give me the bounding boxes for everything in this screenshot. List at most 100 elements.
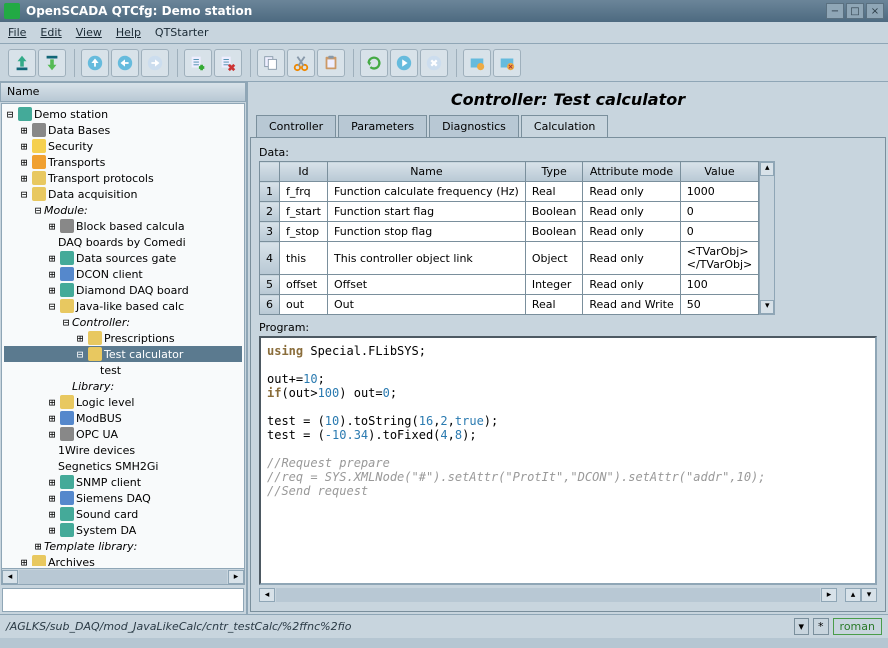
tab-parameters[interactable]: Parameters — [338, 115, 427, 137]
tree-item[interactable]: ⊞Template library: — [4, 538, 242, 554]
tree-item[interactable]: ⊞Transports — [4, 154, 242, 170]
tree-toggle-icon[interactable]: ⊟ — [4, 108, 16, 121]
cell[interactable]: Out — [328, 295, 526, 315]
tree-item[interactable]: ⊟Module: — [4, 202, 242, 218]
tab-diagnostics[interactable]: Diagnostics — [429, 115, 519, 137]
tree-item[interactable]: ⊞Transport protocols — [4, 170, 242, 186]
tree-toggle-icon[interactable]: ⊞ — [46, 476, 58, 489]
tree-toggle-icon[interactable]: ⊞ — [46, 284, 58, 297]
col-header[interactable]: Value — [680, 162, 759, 182]
nav-tree[interactable]: ⊟Demo station⊞Data Bases⊞Security⊞Transp… — [2, 104, 244, 566]
scroll-up-icon[interactable]: ▴ — [760, 162, 774, 176]
table-row[interactable]: 4thisThis controller object linkObjectRe… — [260, 242, 759, 275]
table-vscroll[interactable]: ▴ ▾ — [759, 161, 775, 315]
tree-item[interactable]: ⊟Data acquisition — [4, 186, 242, 202]
tree-item[interactable]: ⊞Sound card — [4, 506, 242, 522]
tree-toggle-icon[interactable]: ⊞ — [46, 412, 58, 425]
col-header[interactable]: Id — [280, 162, 328, 182]
tree-item[interactable]: test — [4, 362, 242, 378]
tree-item[interactable]: ⊞Diamond DAQ board — [4, 282, 242, 298]
remove-item-icon[interactable] — [214, 49, 242, 77]
cell[interactable]: Boolean — [525, 202, 583, 222]
table-row[interactable]: 6outOutRealRead and Write50 — [260, 295, 759, 315]
cell[interactable]: Integer — [525, 275, 583, 295]
tree-item[interactable]: 1Wire devices — [4, 442, 242, 458]
scroll-right-icon[interactable]: ▸ — [228, 570, 244, 584]
col-header[interactable]: Name — [328, 162, 526, 182]
tree-toggle-icon[interactable]: ⊞ — [18, 556, 30, 567]
tab-calculation[interactable]: Calculation — [521, 115, 608, 138]
load-icon[interactable] — [8, 49, 36, 77]
scroll-down-icon[interactable]: ▾ — [861, 588, 877, 602]
menu-qtstarter[interactable]: QTStarter — [155, 26, 209, 39]
save-icon[interactable] — [38, 49, 66, 77]
add-item-icon[interactable] — [184, 49, 212, 77]
tree-item[interactable]: ⊞Block based calcula — [4, 218, 242, 234]
cell[interactable]: 100 — [680, 275, 759, 295]
tree-item[interactable]: ⊟Java-like based calc — [4, 298, 242, 314]
tree-toggle-icon[interactable]: ⊞ — [46, 396, 58, 409]
program-editor[interactable]: using Special.FLibSYS; out+=10; if(out>1… — [259, 336, 877, 585]
cell[interactable]: Function calculate frequency (Hz) — [328, 182, 526, 202]
tree-toggle-icon[interactable]: ⊞ — [46, 428, 58, 441]
tree-toggle-icon[interactable]: ⊞ — [46, 524, 58, 537]
tree-toggle-icon[interactable]: ⊟ — [18, 188, 30, 201]
tree-toggle-icon[interactable]: ⊞ — [18, 124, 30, 137]
col-header[interactable]: Type — [525, 162, 583, 182]
cell[interactable]: <TVarObj></TVarObj> — [680, 242, 759, 275]
cell[interactable]: 50 — [680, 295, 759, 315]
tree-toggle-icon[interactable]: ⊟ — [46, 300, 58, 313]
table-row[interactable]: 5offsetOffsetIntegerRead only100 — [260, 275, 759, 295]
menu-edit[interactable]: Edit — [40, 26, 61, 39]
scroll-left-icon[interactable]: ◂ — [259, 588, 275, 602]
scroll-left-icon[interactable]: ◂ — [2, 570, 18, 584]
tree-item[interactable]: ⊞OPC UA — [4, 426, 242, 442]
tree-toggle-icon[interactable]: ⊞ — [46, 268, 58, 281]
table-row[interactable]: 3f_stopFunction stop flagBooleanRead onl… — [260, 222, 759, 242]
tree-item[interactable]: Segnetics SMH2Gi — [4, 458, 242, 474]
tree-header[interactable]: Name — [0, 82, 246, 102]
col-header[interactable]: Attribute mode — [583, 162, 680, 182]
tree-item[interactable]: ⊞Archives — [4, 554, 242, 566]
table-row[interactable]: 1f_frqFunction calculate frequency (Hz)R… — [260, 182, 759, 202]
search-input[interactable] — [2, 588, 244, 612]
cell[interactable]: Read only — [583, 242, 680, 275]
tree-item[interactable]: ⊞ModBUS — [4, 410, 242, 426]
tree-toggle-icon[interactable]: ⊞ — [18, 172, 30, 185]
data-table[interactable]: IdNameTypeAttribute modeValue1f_frqFunct… — [259, 161, 759, 315]
cell[interactable]: f_stop — [280, 222, 328, 242]
tree-item[interactable]: ⊟Test calculator — [4, 346, 242, 362]
tree-toggle-icon[interactable]: ⊟ — [74, 348, 86, 361]
tree-item[interactable]: ⊟Demo station — [4, 106, 242, 122]
menu-file[interactable]: File — [8, 26, 26, 39]
tree-item[interactable]: Library: — [4, 378, 242, 394]
tree-hscroll[interactable]: ◂ ▸ — [2, 568, 244, 584]
tree-toggle-icon[interactable]: ⊞ — [32, 540, 44, 553]
tree-item[interactable]: ⊟Controller: — [4, 314, 242, 330]
close-button[interactable]: × — [866, 3, 884, 19]
cell[interactable]: Offset — [328, 275, 526, 295]
copy-icon[interactable] — [257, 49, 285, 77]
scroll-right-icon[interactable]: ▸ — [821, 588, 837, 602]
scroll-up-icon[interactable]: ▴ — [845, 588, 861, 602]
tree-toggle-icon[interactable]: ⊞ — [46, 492, 58, 505]
minimize-button[interactable]: − — [826, 3, 844, 19]
stop-icon[interactable] — [420, 49, 448, 77]
refresh-icon[interactable] — [360, 49, 388, 77]
tree-toggle-icon[interactable]: ⊞ — [46, 220, 58, 233]
menu-help[interactable]: Help — [116, 26, 141, 39]
status-dropdown[interactable]: ▾ — [794, 618, 810, 635]
tree-item[interactable]: ⊞DCON client — [4, 266, 242, 282]
cell[interactable]: This controller object link — [328, 242, 526, 275]
cut-icon[interactable] — [287, 49, 315, 77]
tree-toggle-icon[interactable]: ⊞ — [46, 508, 58, 521]
maximize-button[interactable]: □ — [846, 3, 864, 19]
tree-item[interactable]: ⊞System DA — [4, 522, 242, 538]
cell[interactable]: Read and Write — [583, 295, 680, 315]
run-icon[interactable] — [390, 49, 418, 77]
tree-item[interactable]: ⊞Logic level — [4, 394, 242, 410]
forward-icon[interactable] — [141, 49, 169, 77]
tree-item[interactable]: ⊞SNMP client — [4, 474, 242, 490]
cell[interactable]: Object — [525, 242, 583, 275]
scroll-down-icon[interactable]: ▾ — [760, 300, 774, 314]
